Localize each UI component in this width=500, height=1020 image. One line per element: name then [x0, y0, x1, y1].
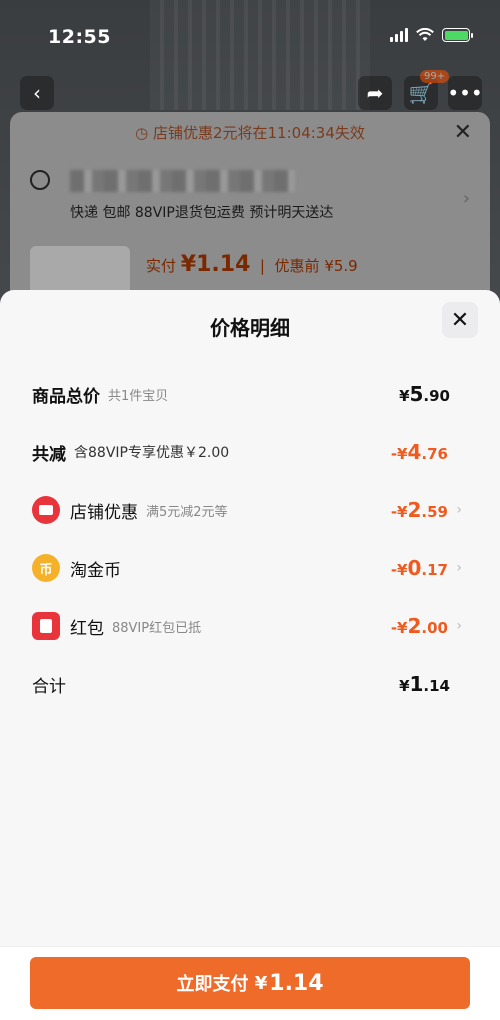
row-sub: 共1件宝贝: [108, 388, 169, 404]
row-amount: ¥1.14: [399, 672, 450, 696]
row-grand-total: 合计 ¥1.14: [0, 655, 500, 713]
row-sub: 含88VIP专享优惠￥2.00: [74, 445, 230, 461]
price-detail-sheet: 价格明细 ✕ 商品总价 共1件宝贝 ¥5.90 共减 含88VIP专享优惠￥2.…: [0, 290, 500, 1020]
paid-value: ¥1.14: [180, 252, 251, 277]
cart-icon[interactable]: 🛒 99+: [404, 70, 450, 110]
row-taojinbi[interactable]: 币 淘金币 -¥0.17 ›: [0, 539, 500, 597]
pay-bar: 立即支付 ¥1.14: [0, 946, 500, 1020]
chevron-right-icon: ›: [456, 618, 462, 634]
red-packet-icon: [32, 612, 60, 640]
row-amount: -¥0.17: [390, 556, 448, 580]
shop-coupon-icon: [32, 496, 60, 524]
row-label: 合计: [32, 676, 66, 697]
row-label: 淘金币: [70, 560, 121, 581]
pay-now-button[interactable]: 立即支付 ¥1.14: [30, 957, 470, 1009]
clock-icon: ◷: [135, 124, 149, 142]
close-icon[interactable]: ✕: [454, 120, 472, 145]
close-icon[interactable]: ✕: [442, 302, 478, 338]
order-card: ◷ 店铺优惠2元将在11:04:34失效 ✕ 快递 包邮 88VIP退货包运费 …: [10, 112, 490, 312]
price-summary: 实付 ¥1.14 | 优惠前 ¥5.9: [146, 252, 358, 277]
top-nav: ‹ ➦ 🛒 99+ •••: [0, 70, 500, 112]
row-amount: -¥2.59: [390, 498, 448, 522]
pay-label: 立即支付: [176, 974, 249, 995]
coupon-expiry-notice: ◷ 店铺优惠2元将在11:04:34失效: [10, 122, 490, 143]
row-amount: -¥4.76: [390, 440, 448, 464]
row-amount: ¥5.90: [399, 382, 450, 406]
row-label: 红包: [70, 618, 104, 639]
address-blurred: [70, 170, 295, 192]
coupon-notice-text: 店铺优惠2元将在11:04:34失效: [152, 124, 365, 142]
pay-amount: 1.14: [269, 970, 324, 996]
row-sub: 满5元减2元等: [146, 504, 228, 520]
chevron-right-icon: ›: [456, 560, 462, 576]
status-bar: 12:55: [0, 0, 500, 72]
taojinbi-coin-icon: 币: [32, 554, 60, 582]
back-icon[interactable]: ‹: [20, 76, 54, 110]
row-label: 店铺优惠: [70, 502, 138, 523]
battery-icon: [442, 28, 473, 42]
chevron-right-icon: ›: [462, 188, 470, 209]
before-label: 优惠前: [274, 257, 320, 275]
signal-icon: [390, 28, 408, 42]
row-label: 商品总价: [32, 386, 100, 407]
row-shop-discount[interactable]: 店铺优惠 满5元减2元等 -¥2.59 ›: [0, 481, 500, 539]
row-label: 共减: [32, 444, 66, 465]
sheet-title: 价格明细: [210, 316, 290, 340]
more-icon[interactable]: •••: [447, 76, 483, 110]
delivery-info: 快递 包邮 88VIP退货包运费 预计明天送达: [70, 205, 334, 221]
share-icon[interactable]: ➦: [358, 76, 392, 110]
before-value: ¥5.9: [324, 257, 358, 275]
wifi-icon: [416, 28, 434, 41]
chevron-right-icon: ›: [456, 502, 462, 518]
row-amount: -¥2.00: [390, 614, 448, 638]
pay-prefix: ¥: [254, 972, 268, 994]
row-total-discount: 共减 含88VIP专享优惠￥2.00 -¥4.76: [0, 423, 500, 481]
paid-label: 实付: [146, 257, 177, 275]
row-red-packet[interactable]: 红包 88VIP红包已抵 -¥2.00 ›: [0, 597, 500, 655]
status-time: 12:55: [48, 26, 111, 48]
row-item-total: 商品总价 共1件宝贝 ¥5.90: [0, 365, 500, 423]
location-icon: [30, 170, 50, 190]
price-rows: 商品总价 共1件宝贝 ¥5.90 共减 含88VIP专享优惠￥2.00 -¥4.…: [0, 365, 500, 713]
cart-badge: 99+: [420, 70, 450, 83]
status-icons: [390, 28, 473, 42]
row-sub: 88VIP红包已抵: [112, 620, 202, 636]
